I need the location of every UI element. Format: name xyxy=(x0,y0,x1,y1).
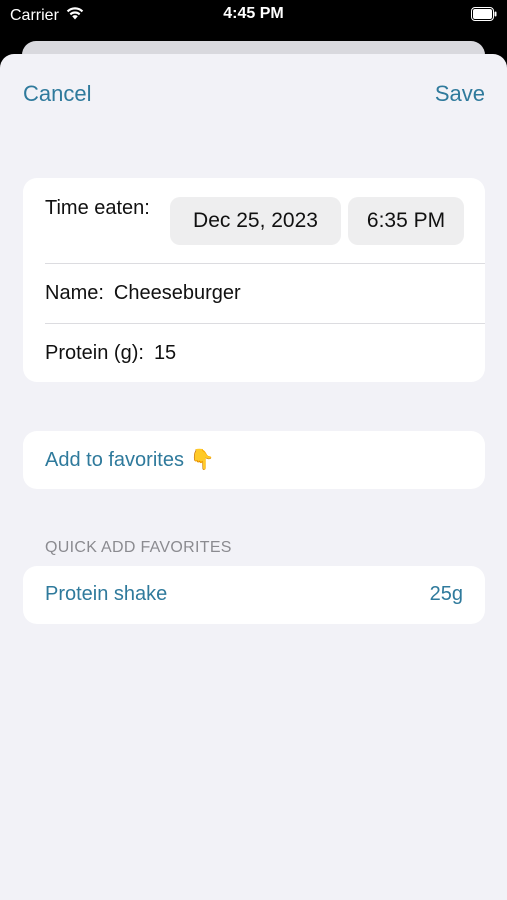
protein-label: Protein (g): xyxy=(45,342,144,364)
status-bar: Carrier 4:45 PM xyxy=(0,0,507,40)
protein-field[interactable]: Protein (g): 15 xyxy=(45,342,485,365)
name-value[interactable]: Cheeseburger xyxy=(114,282,241,304)
add-to-favorites-label: Add to favorites xyxy=(45,449,184,471)
time-eaten-label: Time eaten: xyxy=(45,197,150,219)
date-picker[interactable]: Dec 25, 2023 xyxy=(170,197,341,245)
name-label: Name: xyxy=(45,282,104,304)
divider xyxy=(45,323,485,324)
quick-add-item-name: Protein shake xyxy=(45,583,168,605)
name-field[interactable]: Name: Cheeseburger xyxy=(45,282,485,305)
time-picker[interactable]: 6:35 PM xyxy=(348,197,464,245)
add-favorites-card: Add to favorites 👇 xyxy=(23,431,485,489)
battery-icon xyxy=(471,7,497,21)
pointing-down-emoji: 👇 xyxy=(189,449,215,471)
quick-add-item[interactable]: Protein shake 25g xyxy=(23,566,485,624)
add-to-favorites-button[interactable]: Add to favorites 👇 xyxy=(45,447,214,472)
cancel-button[interactable]: Cancel xyxy=(23,81,91,107)
entry-form: Time eaten: Dec 25, 2023 6:35 PM Name: Ch… xyxy=(23,178,485,382)
save-button[interactable]: Save xyxy=(435,81,485,107)
quick-add-header: QUICK ADD FAVORITES xyxy=(45,539,232,556)
protein-value[interactable]: 15 xyxy=(154,342,176,364)
quick-add-item-amount: 25g xyxy=(429,583,463,605)
status-time: 4:45 PM xyxy=(223,5,284,22)
divider xyxy=(45,263,485,264)
